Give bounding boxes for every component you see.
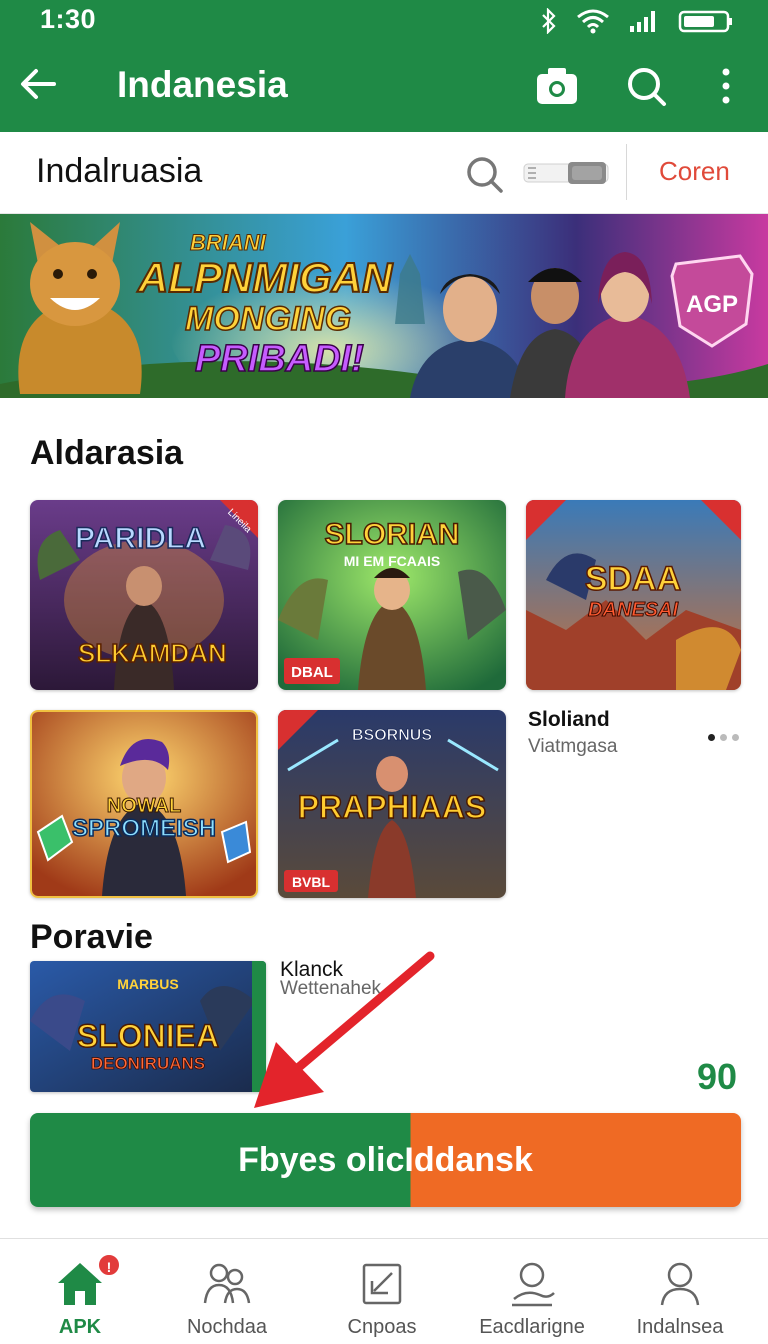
card-subtitle: SPROMEISH [72,815,216,842]
section-title-main: Aldarasia [30,434,184,472]
pager-dots [708,734,739,741]
game-card[interactable]: NOWAL SPROMEISH [30,710,258,898]
card-title: SDAA [585,560,681,598]
nav-label: APK [58,1316,102,1338]
status-time: 1:30 [40,4,97,34]
bluetooth-icon [542,8,556,34]
edit-square-icon [362,1263,402,1305]
toggle-switch[interactable] [522,158,610,188]
side-item-subtitle: Viatmgasa [528,736,618,757]
nav-label: Eacdlarigne [479,1316,585,1338]
signal-icon [630,11,655,32]
wifi-icon [577,9,609,34]
card-subtitle: DEONIRUANS [91,1054,205,1073]
sub-header-link[interactable]: Coren [659,156,730,187]
nav-label: Cnpoas [347,1316,417,1338]
side-item-title[interactable]: Sloliand [528,708,610,732]
card-title: NOWAL [107,795,181,817]
more-vertical-icon[interactable] [712,62,740,110]
nav-item-apk[interactable]: ! APK [3,1239,157,1344]
card-subtitle: BSORNUS [352,727,432,744]
nav-item-eacdlarigne[interactable]: Eacdlarigne [455,1239,609,1344]
list-item-subtitle: Wettenahek [280,978,382,999]
banner-line1: BRIANI [190,230,267,255]
game-card[interactable]: PARIDLA SLKAMDAN Lineila [30,500,258,690]
card-title: SLORIAN [325,518,460,551]
bottom-navigation: ! APK Nochdaa Cnpoas Eacdlarigne Indalns… [0,1238,768,1344]
banner-badge: AGP [686,291,738,318]
game-card[interactable]: SLORIAN MI EM FCAAIS DBAL [278,500,506,690]
card-top: MARBUS [117,976,178,992]
primary-action-button[interactable]: Fbyes olicIddansk [30,1113,741,1207]
banner-line4: PRIBADI! [195,338,364,380]
banner-line3: MONGING [185,300,351,338]
card-title: PARIDLA [75,522,206,555]
person-icon [660,1262,700,1306]
status-icons [540,8,734,34]
app-bar: 1:30 Indanesia [0,0,768,132]
card-subtitle: SLKAMDAN [78,638,227,668]
card-tag: BVBL [292,874,331,890]
card-title: PRAPHIAAS [298,789,486,825]
game-card[interactable]: MARBUS SLONIEA DEONIRUANS [30,961,266,1092]
card-subtitle: MI EM FCAAIS [344,553,440,569]
back-arrow-icon[interactable] [16,60,64,108]
game-card[interactable]: BSORNUS PRAPHIAAS BVBL [278,710,506,898]
card-subtitle: DANESAI [588,599,678,621]
app-title: Indanesia [117,64,288,105]
promo-banner[interactable]: BRIANI ALPNMIGAN MONGING PRIBADI! AGP [0,214,768,398]
section-title-secondary: Poravie [30,918,153,956]
battery-icon [678,10,732,33]
people-icon [203,1263,251,1304]
profile-sign-icon [512,1262,555,1307]
nav-item-nochdaa[interactable]: Nochdaa [150,1239,304,1344]
camera-icon[interactable] [533,62,581,110]
banner-line2: ALPNMIGAN [137,254,394,301]
game-card[interactable]: SDAA DANESAI [526,500,741,690]
divider [626,144,627,200]
sub-header-title: Indalruasia [36,152,203,190]
search-icon[interactable] [622,62,670,110]
card-tag: DBAL [291,664,333,681]
count-value: 90 [697,1056,738,1097]
primary-action-label: Fbyes olicIddansk [238,1140,533,1179]
nav-item-indalnsea[interactable]: Indalnsea [603,1239,757,1344]
notification-badge: ! [97,1253,121,1277]
sub-header: Indalruasia Coren [0,132,768,214]
nav-label: Indalnsea [636,1316,724,1338]
nav-label: Nochdaa [186,1316,268,1338]
search-icon[interactable] [462,152,506,196]
nav-item-cnpoas[interactable]: Cnpoas [305,1239,459,1344]
card-title: SLONIEA [77,1018,219,1054]
